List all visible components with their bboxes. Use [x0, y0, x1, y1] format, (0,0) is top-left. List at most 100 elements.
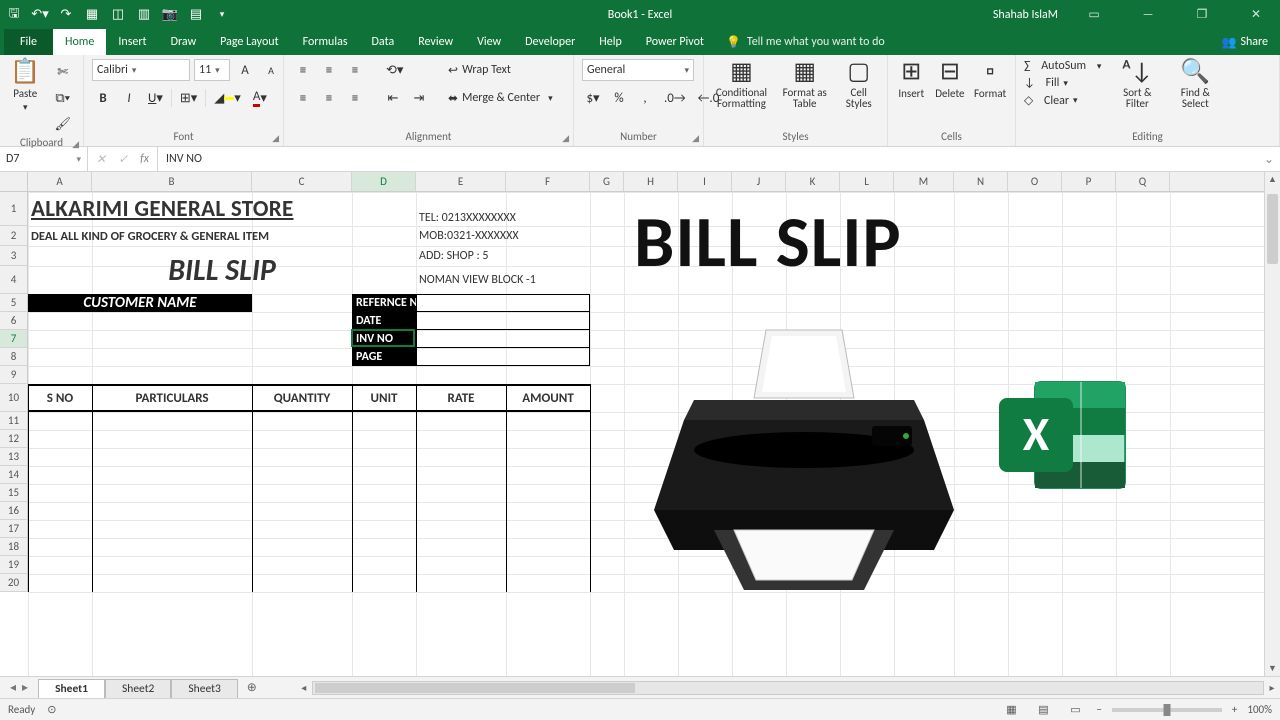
borders-button[interactable]: ⊞▾	[176, 87, 201, 109]
underline-button[interactable]: U▾	[144, 87, 167, 109]
font-name-select[interactable]: Calibri▾	[92, 59, 190, 81]
sheet-nav-prev-icon[interactable]: ◂	[10, 680, 16, 695]
tab-file[interactable]: File	[4, 29, 53, 55]
conditional-formatting-button[interactable]: ▦Conditional Formatting	[712, 59, 771, 109]
tab-view[interactable]: View	[465, 29, 513, 55]
normal-view-icon[interactable]: ▦	[1000, 701, 1022, 719]
font-size-select[interactable]: 11▾	[194, 59, 230, 81]
delete-cells-button[interactable]: ⊟Delete	[935, 59, 966, 100]
maximize-icon[interactable]: ❐	[1184, 7, 1220, 22]
find-select-button[interactable]: 🔍Find & Select	[1173, 59, 1217, 109]
align-right-icon[interactable]: ≡	[344, 87, 366, 109]
scroll-thumb[interactable]	[315, 683, 635, 693]
enter-formula-icon[interactable]: ✓	[118, 152, 128, 167]
page-layout-view-icon[interactable]: ▤	[1032, 701, 1054, 719]
dialog-launcher-icon[interactable]: ◢	[692, 131, 699, 147]
dialog-launcher-icon[interactable]: ◢	[562, 131, 569, 147]
paste-button[interactable]: 📋 Paste ▾	[8, 59, 42, 113]
accounting-format-icon[interactable]: $▾	[582, 87, 604, 109]
row-headers[interactable]: 1234567891011121314151617181920	[0, 192, 28, 592]
scroll-right-icon[interactable]: ▸	[1264, 681, 1280, 694]
expand-formula-bar-icon[interactable]: ⌄	[1258, 152, 1280, 167]
tab-developer[interactable]: Developer	[513, 29, 587, 55]
qat-customize-icon[interactable]: ▾	[214, 7, 230, 23]
qat-icon[interactable]: ▦	[84, 7, 100, 23]
sheet-tab-1[interactable]: Sheet1	[38, 679, 105, 698]
select-all-corner[interactable]	[0, 172, 28, 192]
qat-calc-icon[interactable]: ▤	[188, 7, 204, 23]
scroll-thumb[interactable]	[1267, 194, 1278, 264]
tab-insert[interactable]: Insert	[106, 29, 158, 55]
page-break-view-icon[interactable]: ▭	[1064, 701, 1086, 719]
tab-power-pivot[interactable]: Power Pivot	[634, 29, 716, 55]
tab-review[interactable]: Review	[406, 29, 465, 55]
increase-indent-icon[interactable]: ⇥	[408, 87, 430, 109]
sheet-tab-2[interactable]: Sheet2	[105, 679, 171, 698]
sort-filter-button[interactable]: ᴬ↓Sort & Filter	[1115, 59, 1159, 109]
fill-color-button[interactable]: ◢▾	[210, 87, 245, 109]
zoom-level[interactable]: 100%	[1247, 703, 1272, 716]
zoom-slider[interactable]	[1112, 708, 1222, 712]
percent-format-icon[interactable]: %	[608, 87, 630, 109]
zoom-in-icon[interactable]: +	[1232, 703, 1237, 716]
cut-icon[interactable]: ✄	[50, 61, 75, 83]
cell-styles-button[interactable]: ▢Cell Styles	[838, 59, 879, 109]
tab-home[interactable]: Home	[53, 29, 106, 55]
merge-center-button[interactable]: ⬌Merge & Center▾	[444, 87, 557, 109]
undo-icon[interactable]: ↶▾	[32, 7, 48, 23]
decrease-indent-icon[interactable]: ⇤	[382, 87, 404, 109]
zoom-out-icon[interactable]: −	[1096, 703, 1101, 716]
scroll-down-icon[interactable]: ▼	[1265, 663, 1280, 674]
number-format-select[interactable]: General▾	[582, 59, 694, 81]
qat-icon[interactable]: ◫	[110, 7, 126, 23]
qat-icon[interactable]: ▥	[136, 7, 152, 23]
close-icon[interactable]: ✕	[1238, 7, 1274, 22]
tab-draw[interactable]: Draw	[159, 29, 209, 55]
decrease-font-icon[interactable]: A	[260, 59, 282, 81]
align-left-icon[interactable]: ≡	[292, 87, 314, 109]
align-top-icon[interactable]: ≡	[292, 59, 314, 81]
tell-me-search[interactable]: 💡 Tell me what you want to do	[726, 29, 885, 55]
clear-button[interactable]: ◇ Clear▾	[1024, 93, 1101, 108]
tab-data[interactable]: Data	[360, 29, 407, 55]
autosum-button[interactable]: ∑ AutoSum ▾	[1024, 59, 1101, 73]
fx-icon[interactable]: fx	[140, 152, 149, 166]
scroll-up-icon[interactable]: ▲	[1265, 174, 1280, 185]
scroll-left-icon[interactable]: ◂	[296, 681, 312, 694]
cancel-formula-icon[interactable]: ✕	[96, 152, 106, 167]
increase-decimal-icon[interactable]: .0→	[660, 87, 690, 109]
sheet-nav-next-icon[interactable]: ▸	[22, 680, 28, 695]
align-bottom-icon[interactable]: ≡	[344, 59, 366, 81]
redo-icon[interactable]: ↷	[58, 7, 74, 23]
dialog-launcher-icon[interactable]: ◢	[72, 137, 79, 153]
vertical-scrollbar[interactable]: ▲ ▼	[1264, 172, 1280, 676]
fill-button[interactable]: ↓ Fill▾	[1024, 76, 1101, 90]
italic-button[interactable]: I	[118, 87, 140, 109]
format-cells-button[interactable]: ▫Format	[973, 59, 1007, 100]
insert-cells-button[interactable]: ⊞Insert	[896, 59, 927, 100]
cell-grid[interactable]: ALKARIMI GENERAL STOREDEAL ALL KIND OF G…	[28, 192, 1264, 676]
orientation-icon[interactable]: ⟲▾	[382, 59, 407, 81]
formula-input[interactable]: INV NO	[158, 152, 1258, 166]
macro-record-icon[interactable]: ⊙	[47, 703, 56, 716]
comma-format-icon[interactable]: ,	[634, 87, 656, 109]
font-color-button[interactable]: A▾	[249, 87, 271, 109]
ribbon-display-icon[interactable]: ▭	[1076, 7, 1112, 22]
minimize-icon[interactable]: —	[1130, 8, 1166, 22]
align-middle-icon[interactable]: ≡	[318, 59, 340, 81]
share-button[interactable]: 👥 Share	[1221, 29, 1268, 55]
column-headers[interactable]: ABCDEFGHIJKLMNOPQ	[28, 172, 1264, 192]
new-sheet-button[interactable]: ⊕	[238, 677, 266, 698]
copy-icon[interactable]: ⧉▾	[50, 87, 75, 109]
tab-page-layout[interactable]: Page Layout	[208, 29, 290, 55]
tab-help[interactable]: Help	[587, 29, 634, 55]
save-icon[interactable]: 🖫	[6, 7, 22, 23]
qat-camera-icon[interactable]: 📷	[162, 7, 178, 23]
format-as-table-button[interactable]: ▦Format as Table	[779, 59, 831, 109]
increase-font-icon[interactable]: A	[234, 59, 256, 81]
format-painter-icon[interactable]: 🖌	[50, 113, 75, 135]
align-center-icon[interactable]: ≡	[318, 87, 340, 109]
tab-formulas[interactable]: Formulas	[291, 29, 360, 55]
horizontal-scrollbar[interactable]: ◂ ▸	[296, 677, 1280, 698]
sheet-tab-3[interactable]: Sheet3	[171, 679, 237, 698]
